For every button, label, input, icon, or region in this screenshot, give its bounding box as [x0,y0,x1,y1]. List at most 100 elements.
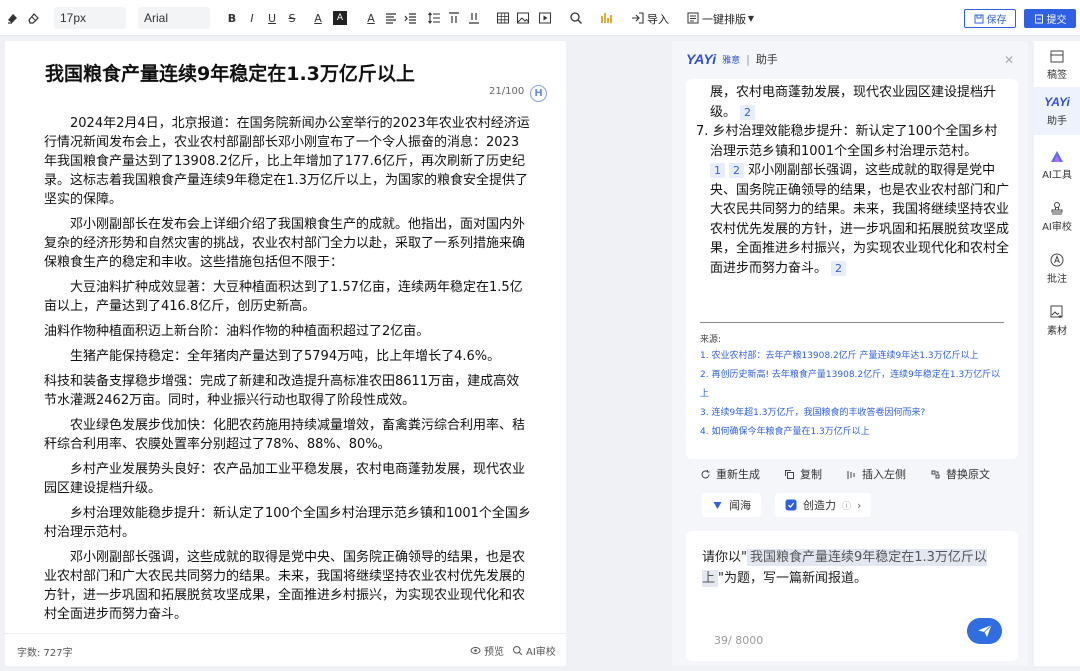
close-icon[interactable]: ✕ [1004,53,1014,67]
paragraph: 农业绿色发展步伐加快：化肥农药施用持续减量增效，畜禽粪污综合利用率、秸秆综合利用… [44,418,526,452]
paragraph: 邓小刚副部长在发布会上详细介绍了我国粮食生产的成就。他指出，面对国内外复杂的经济… [44,217,526,270]
sources-label: 来源: [700,335,722,345]
title-char-count: 21/100 [489,86,525,97]
brand-subtitle: 雅意 [722,55,741,66]
assistant-header: YAYi 雅意 | 助手 [686,51,778,67]
document-editor[interactable]: 我国粮食产量连续9年稳定在1.3万亿斤以上 21/100 H 2024年2月4日… [5,41,566,666]
source-link[interactable]: 1. 农业农村部：去年产粮13908.2亿斤 产量连续9年达1.3万亿斤以上 [700,347,1005,366]
submit-icon [1034,14,1043,23]
answer-item: 7. 乡村治理效能稳步提升：新认定了100个全国乡村治理示范乡镇和1001个全国… [696,124,998,159]
line-height-icon[interactable] [427,11,441,25]
save-button[interactable]: 保存 [964,9,1016,28]
chevron-right-icon[interactable]: › [857,499,861,512]
help-icon[interactable]: ⓘ [842,499,851,512]
import-icon[interactable] [631,11,645,25]
h-logo-icon[interactable]: H [530,85,547,102]
annotation-icon [1050,253,1064,267]
sources-list: 1. 农业农村部：去年产粮13908.2亿斤 产量连续9年达1.3万亿斤以上 2… [700,347,1005,442]
video-icon[interactable] [538,11,552,25]
prompt-text[interactable]: 请你以" 我国粮食产量连续9年稳定在1.3万亿斤以上 "为题，写一篇新闻报道。 [702,547,1002,589]
citation-ref[interactable]: 1 [710,163,725,178]
citation-ref[interactable]: 2 [740,104,756,120]
image-icon[interactable] [516,11,530,25]
submit-label: 提交 [1046,15,1067,26]
regenerate-button[interactable]: 重新生成 [700,466,760,482]
submit-button[interactable]: 提交 [1024,9,1076,28]
stamp-icon [1051,202,1063,215]
sidebar-item-assistant[interactable]: YAYi 助手 [1034,87,1080,135]
ai-review-button[interactable]: AI审校 [512,643,556,658]
chart-tool-icon[interactable] [600,11,614,25]
copy-label: 复制 [800,468,822,481]
table-icon[interactable] [496,11,510,25]
chevron-down-icon[interactable]: ▼ [744,11,758,25]
sidebar-label: 批注 [1047,274,1067,285]
source-link[interactable]: 4. 如何确保今年粮食产量在1.3万亿斤以上 [700,423,1005,442]
highlight-icon[interactable]: A [333,11,347,25]
preview-button[interactable]: 预览 [470,643,504,658]
italic-icon[interactable]: I [245,11,259,25]
sidebar-item-materials[interactable]: 素材 [1034,301,1080,341]
sidebar-item-ai-tools[interactable]: AI工具 [1034,145,1080,185]
paragraph: 油料作物种植面积迈上新台阶：油料作物的种植面积超过了2亿亩。 [44,324,430,339]
paragraph: 邓小刚副部长强调，这些成就的取得是党中央、国务院正确领导的结果，也是农业农村部门… [44,550,526,622]
document-title[interactable]: 我国粮食产量连续9年稳定在1.3万亿斤以上 [45,59,415,86]
paragraph: 科技和装备支撑稳步增强：完成了新建和改造提升高标准农田8611万亩，建成高效节水… [44,374,520,408]
clear-style-icon[interactable]: A [364,11,378,25]
font-color-icon[interactable]: A [311,11,325,25]
citation-ref[interactable]: 2 [831,260,847,276]
replace-original-button[interactable]: 替换原文 [930,466,990,482]
eraser-icon[interactable] [26,11,40,25]
prompt-input-box[interactable]: 请你以" 我国粮食产量连续9年稳定在1.3万亿斤以上 "为题，写一篇新闻报道。 39… [686,531,1018,661]
search-icon[interactable] [569,11,583,25]
yayi-logo: YAYi [686,51,717,67]
import-button[interactable]: 导入 [647,11,669,27]
send-icon [977,624,992,637]
layout-icon[interactable] [686,11,700,25]
sidebar-item-manuscript-tag[interactable]: 稿签 [1034,45,1080,85]
copy-button[interactable]: 复制 [784,466,822,482]
replace-original-label: 替换原文 [946,468,990,481]
regenerate-label: 重新生成 [716,468,760,481]
citation-ref[interactable]: 2 [729,163,744,178]
answer-text: 展，农村电商蓬勃发展，现代农业园区建设提档升级。 2 7. 乡村治理效能稳步提升：… [696,83,1010,278]
prompt-prefix: 请你以" [702,550,747,565]
insert-left-button[interactable]: 插入左侧 [846,466,906,482]
materials-icon [1050,305,1063,318]
creativity-icon [785,499,797,511]
document-body[interactable]: 2024年2月4日，北京报道：在国务院新闻办公室举行的2023年农业农村经济运行… [44,114,532,630]
align-icon[interactable] [384,11,398,25]
one-click-layout-button[interactable]: 一键排版 [702,11,746,27]
align-bottom-icon[interactable] [467,11,481,25]
right-sidebar: 稿签 YAYi 助手 AI工具 AI审校 批注 素材 [1034,41,1080,666]
font-family-select[interactable]: Arial [138,7,210,29]
font-size-select[interactable]: 17px [54,7,126,29]
wenhai-chip[interactable]: 闻海 [702,493,761,517]
bold-icon[interactable]: B [225,11,239,25]
creativity-chip[interactable]: 创造力 ⓘ › [775,493,872,517]
header-separator: | [746,52,750,66]
indent-icon[interactable] [404,11,418,25]
strikethrough-icon[interactable]: S [285,11,299,25]
paragraph: 大豆油料扩种成效显著：大豆种植面积达到了1.57亿亩，连续两年稳定在1.5亿亩以… [44,280,523,314]
answer-card: 展，农村电商蓬勃发展，现代农业园区建设提档升级。 2 7. 乡村治理效能稳步提升：… [686,79,1018,481]
insert-icon [847,470,855,479]
send-button[interactable] [967,618,1002,644]
answer-actions: 重新生成 复制 插入左侧 替换原文 [700,466,1014,482]
input-char-count: 39/ 8000 [714,634,764,647]
toolbar: 17px Arial B I U S A A A 导入 一键排版 ▼ 保存 提交 [0,0,1080,36]
align-top-icon[interactable] [447,11,461,25]
word-count: 字数: 727字 [17,648,73,659]
paragraph: 乡村产业发展势头良好：农产品加工业平稳发展，农村电商蓬勃发展，现代农业园区建设提… [44,462,526,496]
sidebar-label: AI工具 [1042,169,1072,181]
sidebar-item-ai-review[interactable]: AI审校 [1034,197,1080,237]
wenhai-icon [713,501,722,509]
underline-icon[interactable]: U [265,11,279,25]
source-link[interactable]: 2. 再创历史新高! 去年粮食产量13908.2亿斤，连续9年稳定在1.3万亿斤… [700,366,1005,404]
ai-assistant-panel: YAYi 雅意 | 助手 ✕ 展，农村电商蓬勃发展，现代农业园区建设提档升级。 2… [672,41,1028,666]
sidebar-item-annotation[interactable]: 批注 [1034,249,1080,289]
format-painter-icon[interactable] [6,11,20,25]
save-label: 保存 [986,15,1007,26]
prompt-suffix: "为题，写一篇新闻报道。 [718,571,867,586]
source-link[interactable]: 3. 连续9年超1.3万亿斤，我国粮食的丰收答卷因何而来? [700,404,1005,423]
